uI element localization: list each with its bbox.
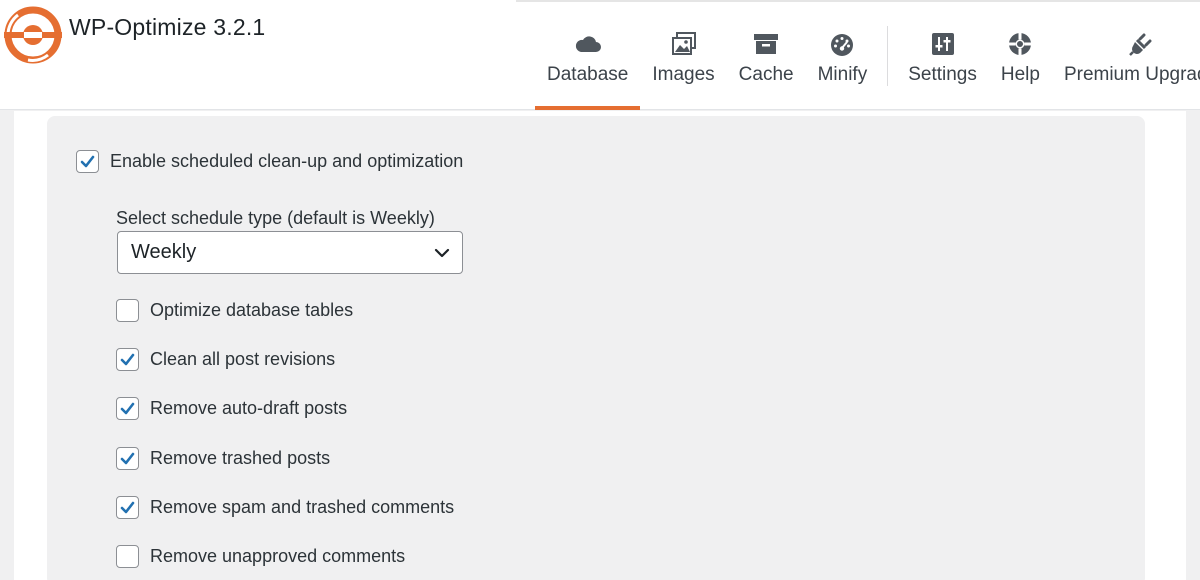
- sliders-icon: [931, 33, 954, 55]
- plug-icon: [1129, 33, 1152, 56]
- clean-revisions-checkbox[interactable]: [116, 348, 139, 371]
- option-row: Remove unapproved comments: [116, 545, 405, 568]
- remove-trashed-posts-checkbox[interactable]: [116, 447, 139, 470]
- tab-minify-label: Minify: [817, 64, 868, 85]
- checkmark-icon: [120, 501, 135, 514]
- lifebuoy-icon: [1009, 33, 1032, 55]
- remove-spam-comments-checkbox[interactable]: [116, 496, 139, 519]
- enable-schedule-checkbox[interactable]: [76, 150, 99, 173]
- nav-divider: [887, 26, 889, 86]
- option-label: Remove spam and trashed comments: [150, 497, 455, 517]
- optimize-tables-checkbox[interactable]: [116, 299, 139, 322]
- chevron-down-icon: [434, 248, 450, 257]
- enable-schedule-row: Enable scheduled clean-up and optimizati…: [76, 150, 463, 173]
- cloud-icon: [575, 36, 601, 52]
- option-label: Remove auto-draft posts: [150, 398, 348, 418]
- tab-premium-upgrade-label: Premium Upgrade: [1063, 64, 1200, 85]
- dashboard-icon: [831, 34, 854, 56]
- top-header: WP-Optimize 3.2.1 Database Images Cache …: [0, 0, 1200, 110]
- header-top-divider: [516, 0, 1200, 2]
- option-label: Clean all post revisions: [150, 349, 336, 369]
- option-row: Optimize database tables: [116, 299, 353, 322]
- option-row: Remove trashed posts: [116, 447, 330, 470]
- tab-help[interactable]: Help: [989, 24, 1052, 110]
- tab-database-label: Database: [547, 64, 629, 85]
- remove-unapproved-comments-checkbox[interactable]: [116, 545, 139, 568]
- checkmark-icon: [120, 402, 135, 415]
- option-label: Remove unapproved comments: [150, 546, 406, 566]
- tab-images[interactable]: Images: [640, 24, 726, 110]
- enable-schedule-label: Enable scheduled clean-up and optimizati…: [110, 151, 464, 171]
- option-label: Optimize database tables: [150, 300, 354, 320]
- checkmark-icon: [120, 353, 135, 366]
- option-row: Remove spam and trashed comments: [116, 496, 454, 519]
- schedule-type-label: Select schedule type (default is Weekly): [116, 208, 435, 228]
- option-row: Remove auto-draft posts: [116, 397, 347, 420]
- checkmark-icon: [120, 452, 135, 465]
- tab-cache[interactable]: Cache: [727, 24, 806, 110]
- tab-premium-upgrade[interactable]: Premium Upgrade: [1052, 24, 1200, 110]
- checkmark-icon: [80, 155, 95, 168]
- main-nav: Database Images Cache Minify Settings He…: [535, 24, 1200, 110]
- option-row: Clean all post revisions: [116, 348, 335, 371]
- tab-images-label: Images: [652, 64, 715, 85]
- archive-icon: [754, 34, 779, 54]
- images-icon: [671, 32, 696, 55]
- wp-optimize-logo-icon: [4, 6, 62, 64]
- tab-help-label: Help: [1000, 64, 1040, 85]
- option-label: Remove trashed posts: [150, 448, 331, 468]
- tab-cache-label: Cache: [738, 64, 794, 85]
- remove-auto-drafts-checkbox[interactable]: [116, 397, 139, 420]
- tab-database[interactable]: Database: [535, 24, 641, 110]
- schedule-type-select[interactable]: Weekly: [117, 231, 463, 274]
- tab-settings-label: Settings: [908, 64, 977, 85]
- tab-minify[interactable]: Minify: [806, 24, 880, 110]
- tab-settings[interactable]: Settings: [896, 24, 989, 110]
- app-title: WP-Optimize 3.2.1: [69, 13, 266, 40]
- schedule-type-value: Weekly: [131, 241, 197, 263]
- brand: WP-Optimize 3.2.1: [4, 6, 265, 64]
